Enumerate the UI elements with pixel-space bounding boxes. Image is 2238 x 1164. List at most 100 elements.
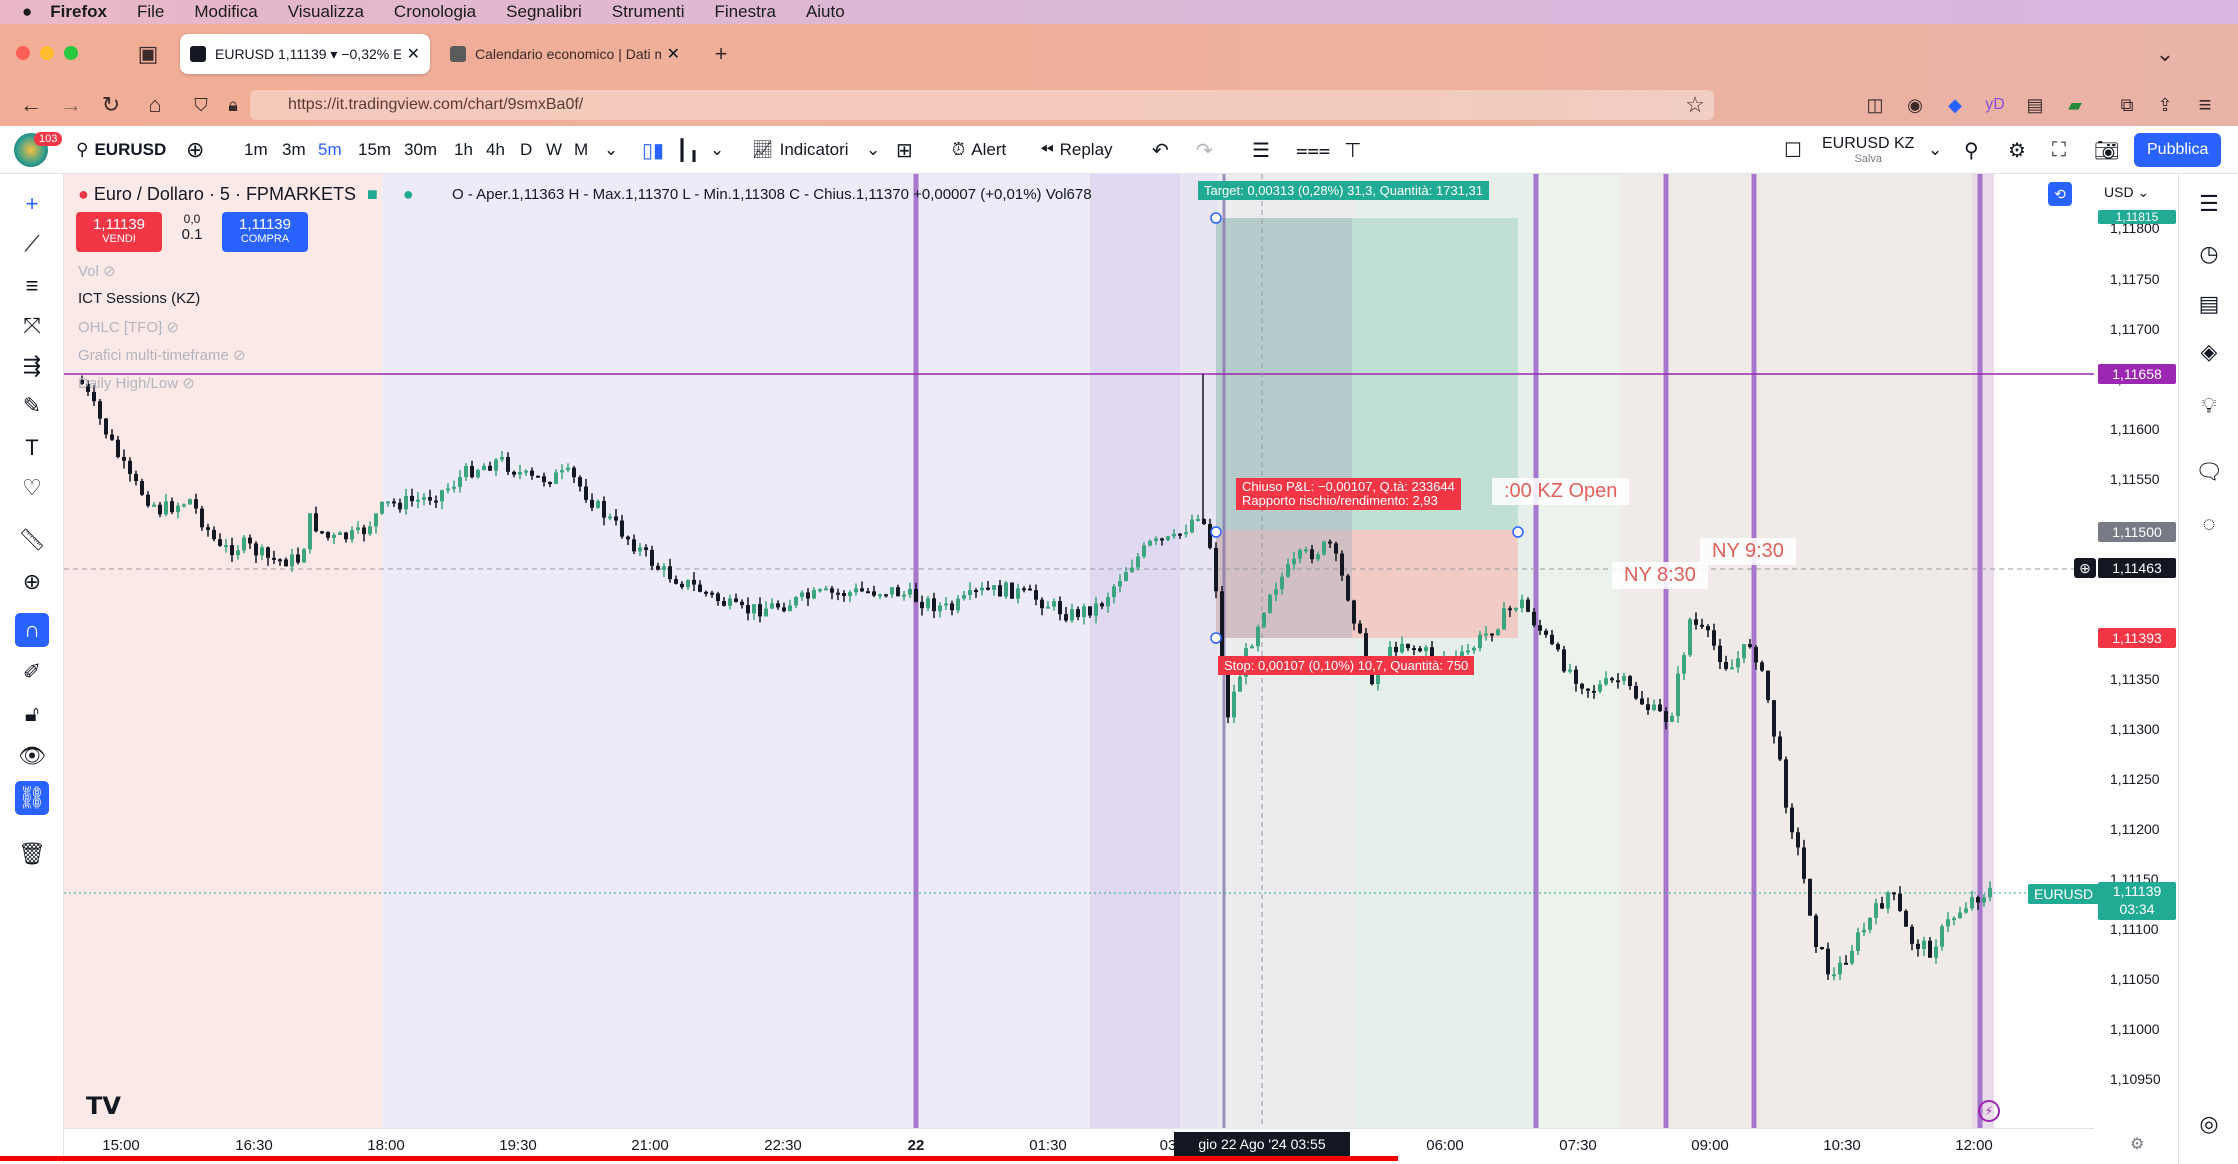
chat-icon[interactable]: 🗨︎ — [2179, 452, 2238, 492]
tab-calendario[interactable]: Calendario economico | Dati m ✕ — [440, 34, 690, 74]
tab-tradingview[interactable]: EURUSD 1,11139 ▾ −0,32% EUR ✕ — [180, 34, 430, 74]
new-tab-button[interactable]: + — [706, 40, 736, 68]
chevron-down-icon[interactable]: ⌄ — [866, 126, 880, 174]
sell-button[interactable]: 1,11139 VENDI — [76, 212, 162, 252]
share-icon[interactable]: ⇪ — [2150, 90, 2180, 120]
indicator-ohlc[interactable]: OHLC [TFO] ⊘ — [78, 318, 179, 336]
interval-15m[interactable]: 15m — [358, 126, 391, 174]
lock-icon[interactable]: 🔓︎ — [0, 694, 64, 734]
candles-icon[interactable]: ▯▮ — [642, 126, 664, 174]
symbol-search[interactable]: ⚲ EURUSD — [76, 126, 166, 174]
alerts-clock-icon[interactable]: ◷ — [2179, 234, 2238, 274]
menu-app[interactable]: Firefox — [50, 2, 107, 22]
prediction-icon[interactable]: ⇶ — [0, 346, 64, 386]
add-alert-plus-icon[interactable]: ⊕ — [2074, 558, 2096, 578]
interval-3m[interactable]: 3m — [282, 126, 306, 174]
target-label[interactable]: Target: 0,00313 (0,28%) 31,3, Quantità: … — [1198, 181, 1489, 200]
layout-name[interactable]: EURUSD KZ Salva — [1822, 126, 1914, 174]
heart-icon[interactable]: ♡ — [0, 468, 64, 508]
reload-icon[interactable]: ↻ — [96, 90, 126, 120]
shield-icon[interactable]: ⛉ — [186, 90, 216, 120]
lightning-icon[interactable]: ⚡︎ — [1978, 1100, 2000, 1122]
trash-icon[interactable]: 🗑︎ — [0, 834, 64, 874]
close-tab-icon[interactable]: ✕ — [407, 44, 420, 64]
link-icon[interactable]: ⛓ — [15, 781, 49, 815]
indicators-button[interactable]: 📈︎ Indicatori — [752, 126, 849, 174]
extension-icon[interactable]: ▰ — [2060, 90, 2090, 120]
chevron-down-icon[interactable]: ⌄ — [1928, 126, 1942, 174]
minimize-window-button[interactable] — [40, 46, 54, 60]
apple-icon[interactable]: ● — [22, 2, 32, 22]
menu-item[interactable]: Segnalibri — [506, 2, 582, 22]
trend-line-icon[interactable]: ⟋ — [0, 224, 64, 264]
undo-icon[interactable]: ↶ — [1152, 126, 1169, 174]
tab-overview-icon[interactable]: ▣ — [134, 40, 162, 68]
crosshair-icon[interactable]: + — [0, 184, 64, 224]
vol-indicator[interactable]: Vol ⊘ — [78, 262, 116, 280]
data-window-icon[interactable]: ▤ — [2179, 284, 2238, 324]
indicator-daily-high-low[interactable]: Daily High/Low ⊘ — [78, 374, 195, 392]
stop-label[interactable]: Stop: 0,00107 (0,10%) 10,7, Quantità: 75… — [1218, 656, 1475, 675]
zoom-in-icon[interactable]: ⊕ — [0, 562, 64, 602]
url-field[interactable]: https://it.tradingview.com/chart/9smxBa0… — [250, 90, 1714, 120]
back-icon[interactable]: ← — [16, 90, 46, 120]
watchlist-icon[interactable]: ☰ — [2179, 184, 2238, 224]
indicator-multi-timeframe[interactable]: Grafici multi-timeframe ⊘ — [78, 346, 246, 364]
publish-button[interactable]: Pubblica — [2134, 133, 2222, 167]
closed-pnl-label[interactable]: Chiuso P&L: −0,00107, Q.tà: 233644 Rappo… — [1236, 478, 1461, 510]
text-icon[interactable]: T — [0, 428, 64, 468]
chevron-down-icon[interactable]: ⌄ — [604, 126, 618, 174]
brush-icon[interactable]: ✎ — [0, 386, 64, 426]
templates-grid-icon[interactable]: ⊞ — [896, 126, 913, 174]
magnet-icon[interactable]: ∩ — [15, 613, 49, 647]
close-window-button[interactable] — [16, 46, 30, 60]
drawing-settings-icon[interactable]: ☰ — [1252, 126, 1270, 174]
bar-chart-icon[interactable]: ┃╻ — [676, 126, 700, 174]
auto-scale-icon[interactable]: ⟲ — [2048, 182, 2072, 206]
extension-icon[interactable]: ▤ — [2020, 90, 2050, 120]
currency-select[interactable]: USD ⌄ — [2104, 184, 2149, 201]
help-bulb-icon[interactable]: ◌ — [2179, 504, 2238, 544]
buy-button[interactable]: 1,11139 COMPRA — [222, 212, 308, 252]
object-tree-icon[interactable]: ⩶ — [1296, 126, 1330, 174]
menu-item[interactable]: Finestra — [715, 2, 776, 22]
extensions-puzzle-icon[interactable]: ⧉ — [2112, 90, 2142, 120]
yd-extension-icon[interactable]: yD — [1980, 90, 2010, 120]
zoom-window-button[interactable] — [64, 46, 78, 60]
paint-roller-icon[interactable]: ⊤ — [1344, 126, 1361, 174]
chart-canvas[interactable] — [64, 174, 2178, 1164]
interval-4h[interactable]: 4h — [486, 126, 505, 174]
layout-square-icon[interactable]: ☐ — [1784, 126, 1802, 174]
menu-item[interactable]: Strumenti — [612, 2, 685, 22]
menu-item[interactable]: Aiuto — [806, 2, 845, 22]
interval-1m[interactable]: 1m — [244, 126, 268, 174]
layers-icon[interactable]: ◈ — [2179, 332, 2238, 372]
interval-w[interactable]: W — [546, 126, 562, 174]
menu-item[interactable]: Visualizza — [288, 2, 364, 22]
pocket-icon[interactable]: ◫ — [1860, 90, 1890, 120]
axis-settings-icon[interactable]: ⚙ — [2130, 1134, 2144, 1154]
video-progress-bar[interactable] — [0, 1156, 1398, 1161]
interval-m[interactable]: M — [574, 126, 588, 174]
ruler-icon[interactable]: 📏︎ — [0, 520, 64, 560]
interval-d[interactable]: D — [520, 126, 532, 174]
pine-icon[interactable]: ◎ — [2179, 1104, 2238, 1144]
tradingview-logo[interactable]: 𝗧𝗩 — [86, 1092, 121, 1121]
extension-icon[interactable]: ◆ — [1940, 90, 1970, 120]
menu-item[interactable]: Modifica — [194, 2, 257, 22]
chevron-down-icon[interactable]: ⌄ — [710, 126, 724, 174]
chart-pane[interactable] — [64, 174, 2178, 1164]
forward-icon[interactable]: → — [56, 90, 86, 120]
hamburger-menu-icon[interactable]: ≡ — [2190, 90, 2220, 120]
ideas-bulb-icon[interactable]: 💡︎ — [2179, 386, 2238, 426]
account-icon[interactable]: ◉ — [1900, 90, 1930, 120]
indicator-ict-sessions[interactable]: ICT Sessions (KZ) — [78, 290, 200, 307]
interval-30m[interactable]: 30m — [404, 126, 437, 174]
alert-button[interactable]: ⏰︎ Alert — [952, 126, 1006, 174]
quick-search-icon[interactable]: ⚲ — [1964, 126, 1979, 174]
menu-item[interactable]: File — [137, 2, 164, 22]
fullscreen-icon[interactable]: ⛶ — [2052, 126, 2066, 174]
menu-item[interactable]: Cronologia — [394, 2, 476, 22]
bookmark-star-icon[interactable]: ☆ — [1680, 90, 1710, 120]
home-icon[interactable]: ⌂ — [140, 90, 170, 120]
